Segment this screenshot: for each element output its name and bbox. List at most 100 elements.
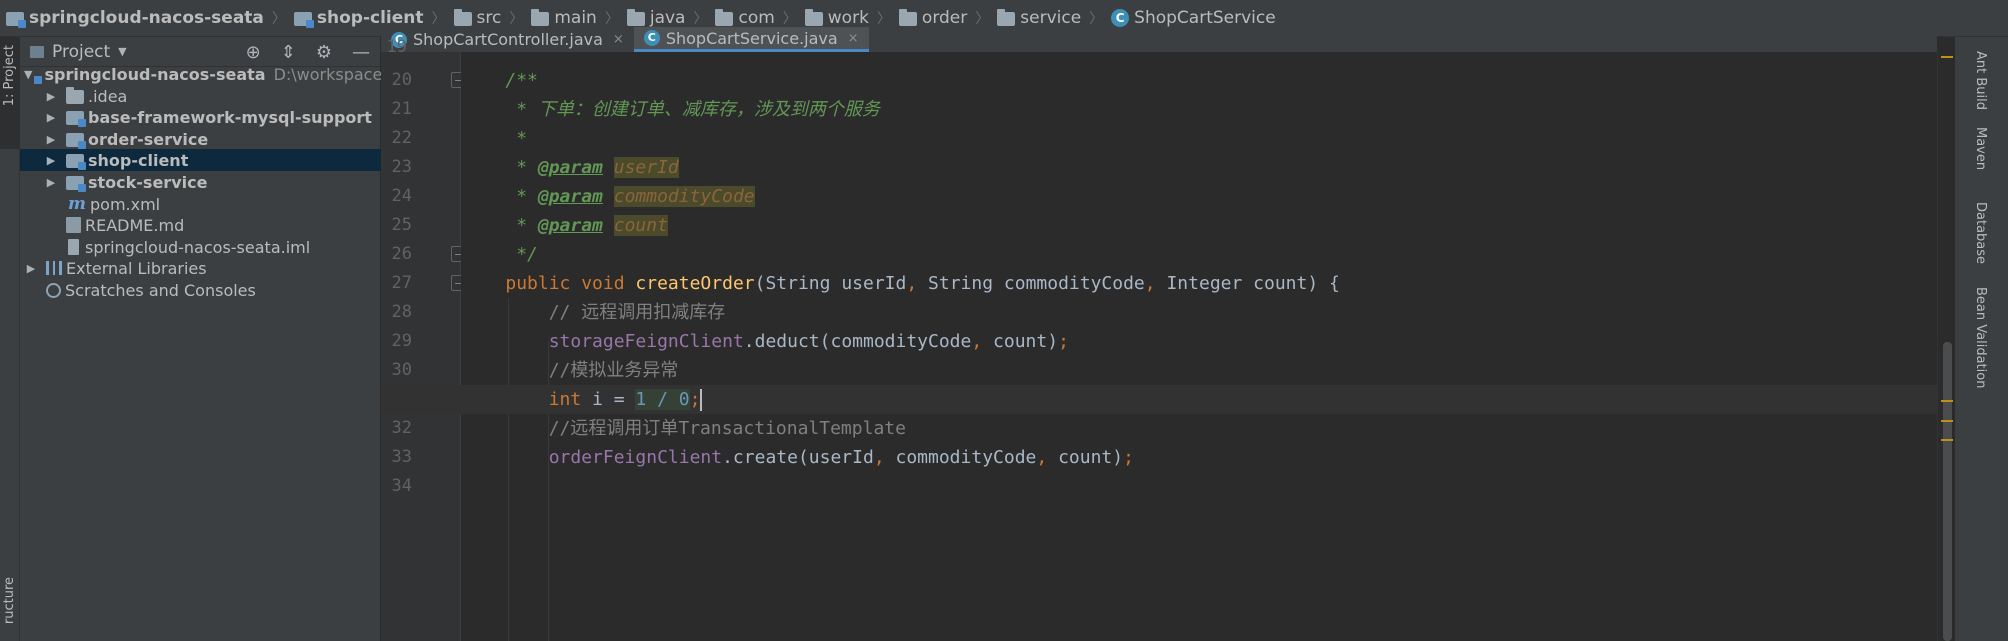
- breadcrumb-item[interactable]: work: [804, 8, 869, 28]
- code-line[interactable]: public void createOrder(String userId, S…: [461, 269, 1937, 298]
- line-number: 33: [391, 447, 412, 467]
- module-icon: [66, 176, 86, 192]
- breadcrumb-item[interactable]: java: [626, 8, 685, 28]
- code-line[interactable]: storageFeignClient.deduct(commodityCode,…: [461, 327, 1937, 356]
- tree-item[interactable]: ▶ shop-client: [20, 149, 381, 171]
- tool-window-maven[interactable]: Maven: [1973, 127, 1988, 170]
- collapsed-arrow-icon[interactable]: ▶: [44, 111, 58, 124]
- breadcrumb-item[interactable]: C ShopCartService: [1111, 8, 1276, 28]
- scrollbar-thumb[interactable]: [1943, 342, 1952, 641]
- code-token: createOrder: [635, 273, 755, 294]
- code-token: int: [548, 389, 593, 410]
- tree-item-label: pom.xml: [90, 194, 161, 214]
- collapsed-arrow-icon[interactable]: ▶: [44, 176, 58, 189]
- code-line[interactable]: * @param count: [461, 211, 1937, 240]
- collapsed-arrow-icon[interactable]: ▶: [24, 262, 38, 275]
- code-line[interactable]: * @param userId: [461, 153, 1937, 182]
- expanded-arrow-icon[interactable]: ▼: [24, 68, 32, 81]
- code-line[interactable]: // 远程调用扣减库存: [461, 298, 1937, 327]
- breadcrumb-item[interactable]: service: [997, 8, 1081, 28]
- close-icon[interactable]: ×: [848, 31, 859, 46]
- code-editor[interactable]: /** * 下单：创建订单、减库存，涉及到两个服务 * * @param use…: [381, 52, 1937, 641]
- tool-window-ant-build[interactable]: Ant Build: [1973, 51, 1988, 110]
- line-number: 34: [391, 476, 412, 496]
- breadcrumb-item[interactable]: order: [898, 8, 967, 28]
- error-stripe-mark[interactable]: [1941, 56, 1953, 58]
- warning-stripe-mark[interactable]: [1941, 439, 1953, 441]
- code-line[interactable]: */: [461, 240, 1937, 269]
- tree-item[interactable]: springcloud-nacos-seata.iml: [20, 236, 381, 258]
- tree-item[interactable]: ▶ .idea: [20, 85, 381, 107]
- tree-item[interactable]: Scratches and Consoles: [20, 279, 381, 301]
- editor-scrollbar[interactable]: [1937, 52, 1955, 641]
- tree-item[interactable]: m pom.xml: [20, 193, 381, 215]
- code-line[interactable]: //远程调用订单TransactionalTemplate: [461, 414, 1937, 443]
- chevron-down-icon[interactable]: ▼: [118, 45, 126, 58]
- tool-window-bean-validation[interactable]: Bean Validation: [1973, 287, 1988, 388]
- markdown-icon: [66, 217, 81, 233]
- collapsed-arrow-icon[interactable]: ▶: [44, 154, 58, 167]
- tree-item[interactable]: ▼ springcloud-nacos-seata D:\workspace\spr…: [20, 63, 381, 85]
- code-token: */: [516, 244, 538, 265]
- project-tool-tab-label[interactable]: 1: Project: [2, 45, 17, 106]
- editor-tabs: C ShopCartController.java × C ShopCartServic…: [381, 27, 1937, 52]
- locate-icon[interactable]: ⊕: [246, 42, 261, 63]
- tree-item-label: base-framework-mysql-support: [88, 107, 372, 127]
- chevron-right-icon: 〉: [693, 11, 708, 27]
- breadcrumb-item[interactable]: com: [715, 8, 775, 28]
- tree-item[interactable]: ▶ order-service: [20, 128, 381, 150]
- tree-item[interactable]: ▶ base-framework-mysql-support: [20, 106, 381, 128]
- tree-item[interactable]: ▶ External Libraries: [20, 257, 381, 279]
- warning-stripe-mark[interactable]: [1941, 400, 1953, 402]
- line-number: 30: [391, 360, 412, 380]
- breadcrumb-item[interactable]: shop-client: [293, 8, 424, 28]
- project-panel-title[interactable]: Project: [52, 42, 110, 62]
- tree-item-label: Scratches and Consoles: [65, 280, 256, 300]
- right-tool-strip: Ant Build Maven Database Bean Validation: [1955, 37, 2008, 641]
- breadcrumb-label: work: [827, 8, 869, 28]
- code-line[interactable]: * @param commodityCode: [461, 182, 1937, 211]
- breadcrumb-label: com: [738, 8, 775, 28]
- code-line[interactable]: *: [461, 124, 1937, 153]
- breadcrumb-item[interactable]: src: [453, 8, 501, 28]
- tree-item[interactable]: README.md: [20, 214, 381, 236]
- code-line[interactable]: * 下单：创建订单、减库存，涉及到两个服务: [461, 95, 1937, 124]
- tree-item-label: springcloud-nacos-seata.iml: [85, 237, 311, 257]
- code-token: ,: [971, 331, 994, 352]
- gear-icon[interactable]: ⚙: [316, 42, 332, 63]
- tree-item[interactable]: ▶ stock-service: [20, 171, 381, 193]
- code-line[interactable]: orderFeignClient.create(userId, commodit…: [461, 443, 1937, 472]
- code-token: orderFeignClient: [548, 447, 723, 468]
- text-caret: [700, 389, 703, 411]
- collapsed-arrow-icon[interactable]: ▶: [44, 133, 58, 146]
- collapsed-arrow-icon[interactable]: ▶: [44, 90, 58, 103]
- warning-stripe-mark[interactable]: [1941, 420, 1953, 422]
- code-line[interactable]: int i = 1 / 0;: [381, 385, 1937, 414]
- code-token: commodityCode: [895, 447, 1037, 468]
- structure-tool-tab-label[interactable]: ructure: [2, 577, 17, 624]
- hide-panel-icon[interactable]: —: [352, 42, 370, 63]
- tree-item-label: shop-client: [88, 150, 189, 170]
- code-token: .deduct(commodityCode: [743, 331, 972, 352]
- folder-icon: [531, 9, 550, 26]
- tab-shopcartcontroller[interactable]: C ShopCartController.java ×: [381, 27, 634, 52]
- code-line[interactable]: /**: [461, 66, 1937, 95]
- tab-shopcartservice[interactable]: C ShopCartService.java ×: [633, 27, 869, 52]
- class-icon: C: [643, 30, 660, 46]
- code-line[interactable]: [461, 472, 1937, 501]
- code-line[interactable]: //模拟业务异常: [461, 356, 1937, 385]
- tree-item-path: D:\workspace\springcloud-: [273, 64, 381, 84]
- collapse-all-icon[interactable]: ⇕: [281, 42, 296, 63]
- code-token: @param: [537, 215, 603, 236]
- module-icon: [66, 133, 86, 149]
- breadcrumb-item[interactable]: main: [531, 8, 597, 28]
- tool-window-database[interactable]: Database: [1973, 202, 1988, 264]
- breadcrumb-label: springcloud-nacos-seata: [29, 8, 264, 28]
- breadcrumb-item[interactable]: springcloud-nacos-seata: [6, 8, 264, 28]
- close-icon[interactable]: ×: [613, 32, 624, 47]
